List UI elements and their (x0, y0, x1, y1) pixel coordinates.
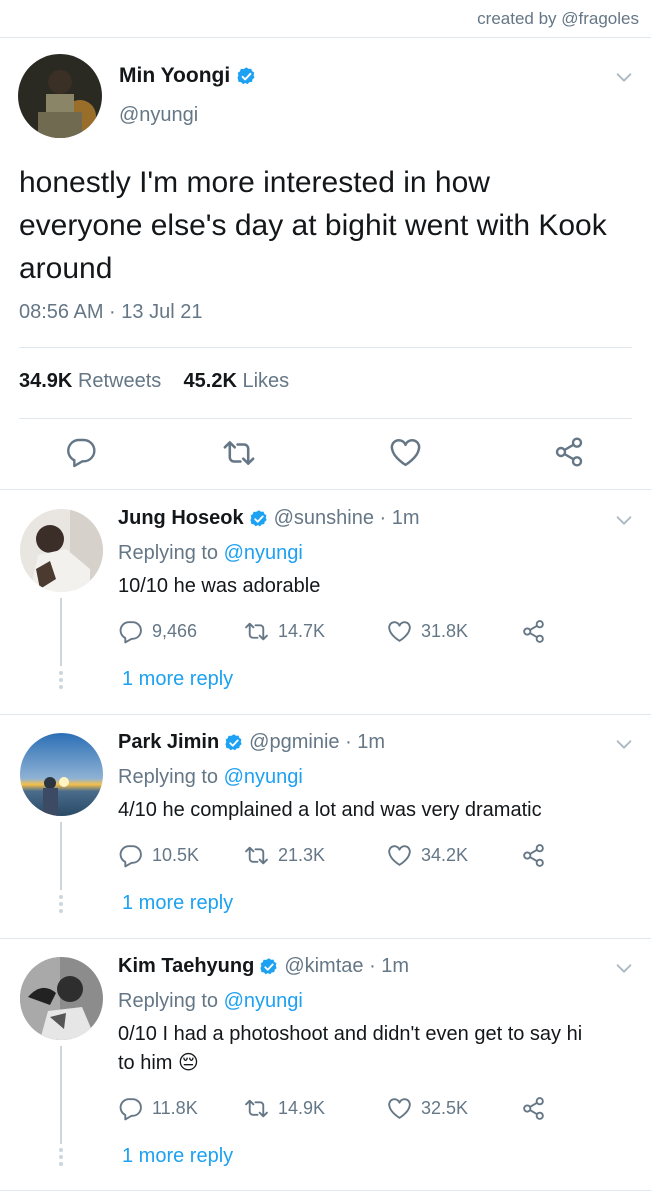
like-action[interactable]: 34.2K (387, 843, 521, 868)
share-icon[interactable] (521, 843, 546, 868)
like-icon (387, 619, 412, 644)
thread-line (60, 822, 62, 890)
retweet-count: 21.3K (278, 845, 326, 865)
reply-count: 9,466 (152, 621, 198, 641)
reply-text: 0/10 I had a photoshoot and didn't even … (118, 1020, 598, 1077)
thread-line (60, 598, 62, 666)
reply-text: 4/10 he complained a lot and was very dr… (118, 799, 542, 821)
like-count: 32.5K (421, 1098, 469, 1118)
reply-count: 11.8K (152, 1098, 198, 1118)
reply-actions: 10.5K 21.3K 34.2K (118, 843, 546, 868)
handle-and-time: @sunshine · 1m (273, 507, 420, 529)
reply-header[interactable]: Park Jimin @pgminie · 1m (118, 731, 385, 754)
reply-icon (118, 843, 143, 868)
tweet-text: honestly I'm more interested in how ever… (19, 166, 607, 285)
retweet-action[interactable]: 21.3K (244, 843, 387, 868)
chevron-down-icon[interactable] (613, 66, 635, 88)
divider (0, 37, 651, 38)
verified-icon (259, 957, 279, 977)
divider (19, 347, 632, 348)
verified-icon (236, 66, 257, 87)
divider (0, 489, 651, 490)
reply-count: 10.5K (152, 845, 200, 865)
replying-to-link[interactable]: @nyungi (224, 766, 303, 788)
retweet-action[interactable]: 14.9K (244, 1096, 387, 1121)
reply-action[interactable]: 9,466 (118, 619, 244, 644)
divider (0, 714, 651, 715)
more-replies-link[interactable]: 1 more reply (122, 668, 233, 691)
share-icon[interactable] (553, 436, 585, 468)
retweet-action[interactable]: 14.7K (244, 619, 387, 644)
handle-and-time: @pgminie · 1m (249, 731, 386, 753)
display-name[interactable]: Min Yoongi (119, 64, 257, 88)
display-name: Jung Hoseok (118, 507, 244, 529)
replying-to-link[interactable]: @nyungi (224, 542, 303, 564)
like-count: 31.8K (421, 621, 469, 641)
reply-actions: 9,466 14.7K 31.8K (118, 619, 546, 644)
replying-to-link[interactable]: @nyungi (224, 990, 303, 1012)
reply-header[interactable]: Kim Taehyung @kimtae · 1m (118, 955, 409, 978)
verified-icon (224, 733, 244, 753)
handle[interactable]: @nyungi (119, 104, 198, 127)
chevron-down-icon[interactable] (613, 957, 635, 979)
reply-icon (118, 1096, 143, 1121)
like-icon[interactable] (389, 436, 422, 469)
avatar[interactable] (20, 733, 103, 816)
reply-action[interactable]: 11.8K (118, 1096, 244, 1121)
retweet-count: 14.9K (278, 1098, 326, 1118)
chevron-down-icon[interactable] (613, 509, 635, 531)
share-icon[interactable] (521, 1096, 546, 1121)
like-icon (387, 1096, 412, 1121)
thread-dots (59, 1148, 63, 1169)
replying-to: Replying to @nyungi (118, 542, 303, 564)
avatar[interactable] (18, 54, 102, 138)
retweet-icon (244, 843, 269, 868)
display-name: Park Jimin (118, 731, 220, 753)
replying-to: Replying to @nyungi (118, 990, 303, 1012)
reply-icon[interactable] (65, 436, 97, 468)
avatar[interactable] (20, 509, 103, 592)
handle-and-time: @kimtae · 1m (284, 955, 410, 977)
like-icon (387, 843, 412, 868)
display-name-text: Min Yoongi (119, 64, 231, 87)
retweet-icon (244, 619, 269, 644)
tweet-stats: 34.9K Retweets 45.2K Likes (19, 370, 289, 393)
thread-dots (59, 671, 63, 692)
avatar[interactable] (20, 957, 103, 1040)
display-name: Kim Taehyung (118, 955, 255, 977)
more-replies-link[interactable]: 1 more reply (122, 892, 233, 915)
like-action[interactable]: 31.8K (387, 619, 521, 644)
share-icon[interactable] (521, 619, 546, 644)
more-replies-link[interactable]: 1 more reply (122, 1145, 233, 1168)
retweet-count: 14.7K (278, 621, 326, 641)
likes-stat[interactable]: 45.2K Likes (184, 370, 290, 392)
chevron-down-icon[interactable] (613, 733, 635, 755)
divider (0, 1190, 651, 1191)
credit-text: created by @fragoles (477, 9, 639, 28)
like-count: 34.2K (421, 845, 469, 865)
reply-header[interactable]: Jung Hoseok @sunshine · 1m (118, 507, 420, 530)
retweet-icon (244, 1096, 269, 1121)
verified-icon (249, 509, 269, 529)
like-action[interactable]: 32.5K (387, 1096, 521, 1121)
reply-text: 10/10 he was adorable (118, 575, 321, 597)
divider (0, 938, 651, 939)
thread-dots (59, 895, 63, 916)
retweets-stat[interactable]: 34.9K Retweets (19, 370, 161, 392)
timestamp[interactable]: 08:56 AM · 13 Jul 21 (19, 301, 202, 324)
replying-to: Replying to @nyungi (118, 766, 303, 788)
pensive-face-emoji: 😔 (178, 1050, 199, 1074)
retweet-icon[interactable] (222, 436, 256, 470)
reply-actions: 11.8K 14.9K 32.5K (118, 1096, 546, 1121)
divider (19, 418, 632, 419)
reply-action[interactable]: 10.5K (118, 843, 244, 868)
reply-icon (118, 619, 143, 644)
thread-line (60, 1046, 62, 1144)
